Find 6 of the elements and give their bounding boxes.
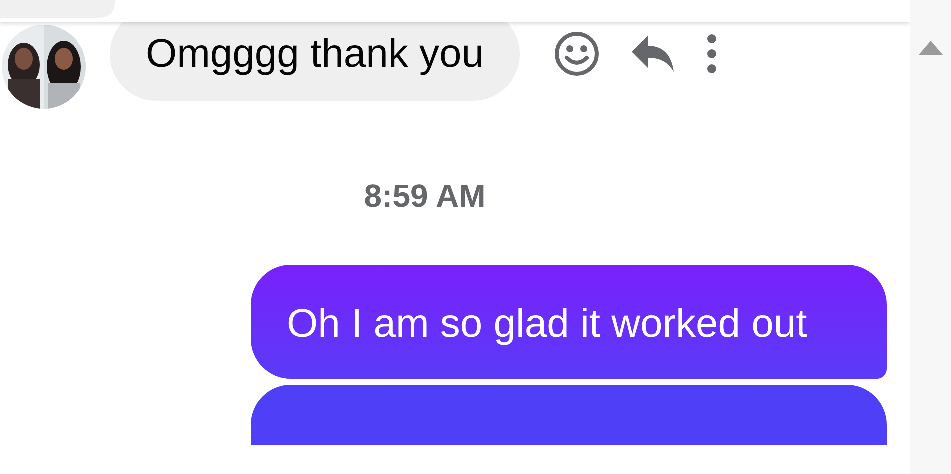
scroll-up-icon[interactable]	[918, 40, 944, 56]
smiley-icon[interactable]	[554, 31, 600, 77]
reply-icon[interactable]	[630, 34, 676, 74]
timestamp: 8:59 AM	[364, 178, 486, 215]
more-icon[interactable]	[706, 34, 718, 74]
message-bubble: Oh I am so glad it worked out	[251, 265, 887, 379]
